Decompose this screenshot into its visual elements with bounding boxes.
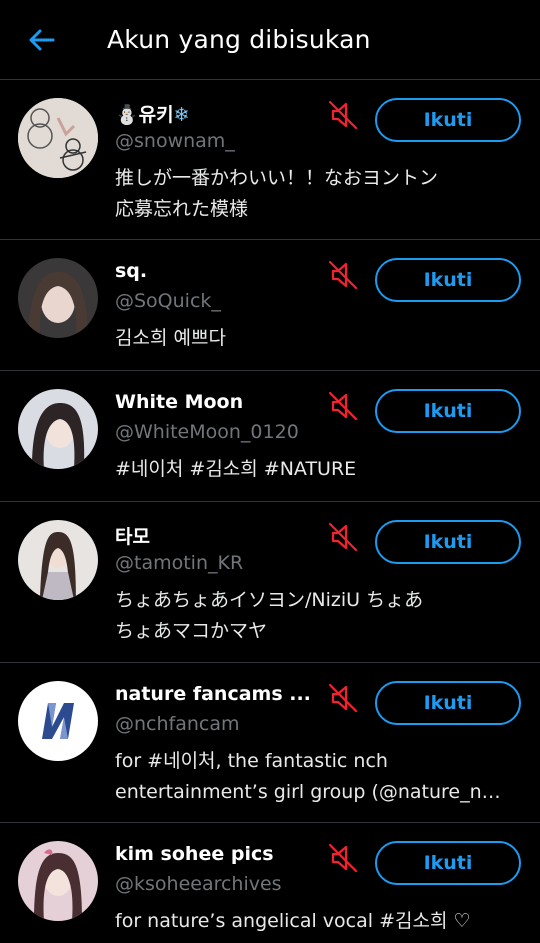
follow-button[interactable]: Ikuti [375,841,521,885]
avatar[interactable] [18,841,98,921]
page-title: Akun yang dibisukan [107,25,371,54]
list-item[interactable]: 타모 @tamotin_KR Ikuti ちょあちょあイソヨン/NiziU ちょ… [0,502,540,663]
avatar[interactable] [18,98,98,178]
avatar[interactable] [18,681,98,761]
back-button[interactable] [20,18,64,62]
muted-accounts-list: ⛄유키❄ @snownam_ Ikuti 推しが一番かわいい！！なおヨントン 応… [0,80,540,943]
muted-speaker-icon[interactable] [327,99,359,131]
follow-button[interactable]: Ikuti [375,98,521,142]
follow-button[interactable]: Ikuti [375,389,521,433]
user-bio: 김소희 예쁘다 [115,327,226,349]
user-handle: @snownam_ [115,130,235,152]
muted-speaker-icon[interactable] [327,259,359,291]
display-name[interactable]: White Moon [115,391,243,413]
list-item[interactable]: nature fancams ... @nchfancam Ikuti for … [0,663,540,823]
list-item[interactable]: White Moon @WhiteMoon_0120 Ikuti #네이처 #김… [0,371,540,502]
nature-logo-icon [18,681,98,761]
snowflake-emoji-icon: ❄ [173,104,190,126]
muted-speaker-icon[interactable] [327,842,359,874]
user-handle: @ksoheearchives [115,873,282,895]
user-handle: @tamotin_KR [115,552,244,574]
muted-speaker-icon[interactable] [327,521,359,553]
follow-button[interactable]: Ikuti [375,681,521,725]
user-handle: @nchfancam [115,713,240,735]
muted-speaker-icon[interactable] [327,390,359,422]
arrow-left-icon [29,29,55,50]
display-name[interactable]: sq. [115,260,147,282]
user-handle: @SoQuick_ [115,290,221,312]
user-bio: for #네이처, the fantastic nch entertainmen… [115,750,501,803]
follow-button[interactable]: Ikuti [375,258,521,302]
list-item[interactable]: sq. @SoQuick_ Ikuti 김소희 예쁘다 [0,240,540,371]
list-item[interactable]: ⛄유키❄ @snownam_ Ikuti 推しが一番かわいい！！なおヨントン 応… [0,80,540,240]
display-name[interactable]: kim sohee pics [115,843,274,865]
follow-button[interactable]: Ikuti [375,520,521,564]
snowman-emoji-icon: ⛄ [115,104,139,126]
display-name[interactable]: nature fancams ... [115,683,311,705]
avatar[interactable] [18,389,98,469]
avatar[interactable] [18,520,98,600]
user-bio: #네이처 #김소희 #NATURE [115,458,357,480]
display-name[interactable]: ⛄유키❄ [115,100,190,127]
list-item[interactable]: kim sohee pics @ksoheearchives Ikuti for… [0,823,540,943]
user-bio: ちょあちょあイソヨン/NiziU ちょあ ちょあマコかマヤ [115,589,424,642]
user-handle: @WhiteMoon_0120 [115,421,299,443]
top-bar: Akun yang dibisukan [0,0,540,80]
display-name[interactable]: 타모 [115,522,150,549]
avatar[interactable] [18,258,98,338]
user-bio: 推しが一番かわいい！！なおヨントン 応募忘れた模様 [115,167,439,220]
user-bio: for nature’s angelical vocal #김소희 ♡ [115,910,471,932]
muted-speaker-icon[interactable] [327,682,359,714]
